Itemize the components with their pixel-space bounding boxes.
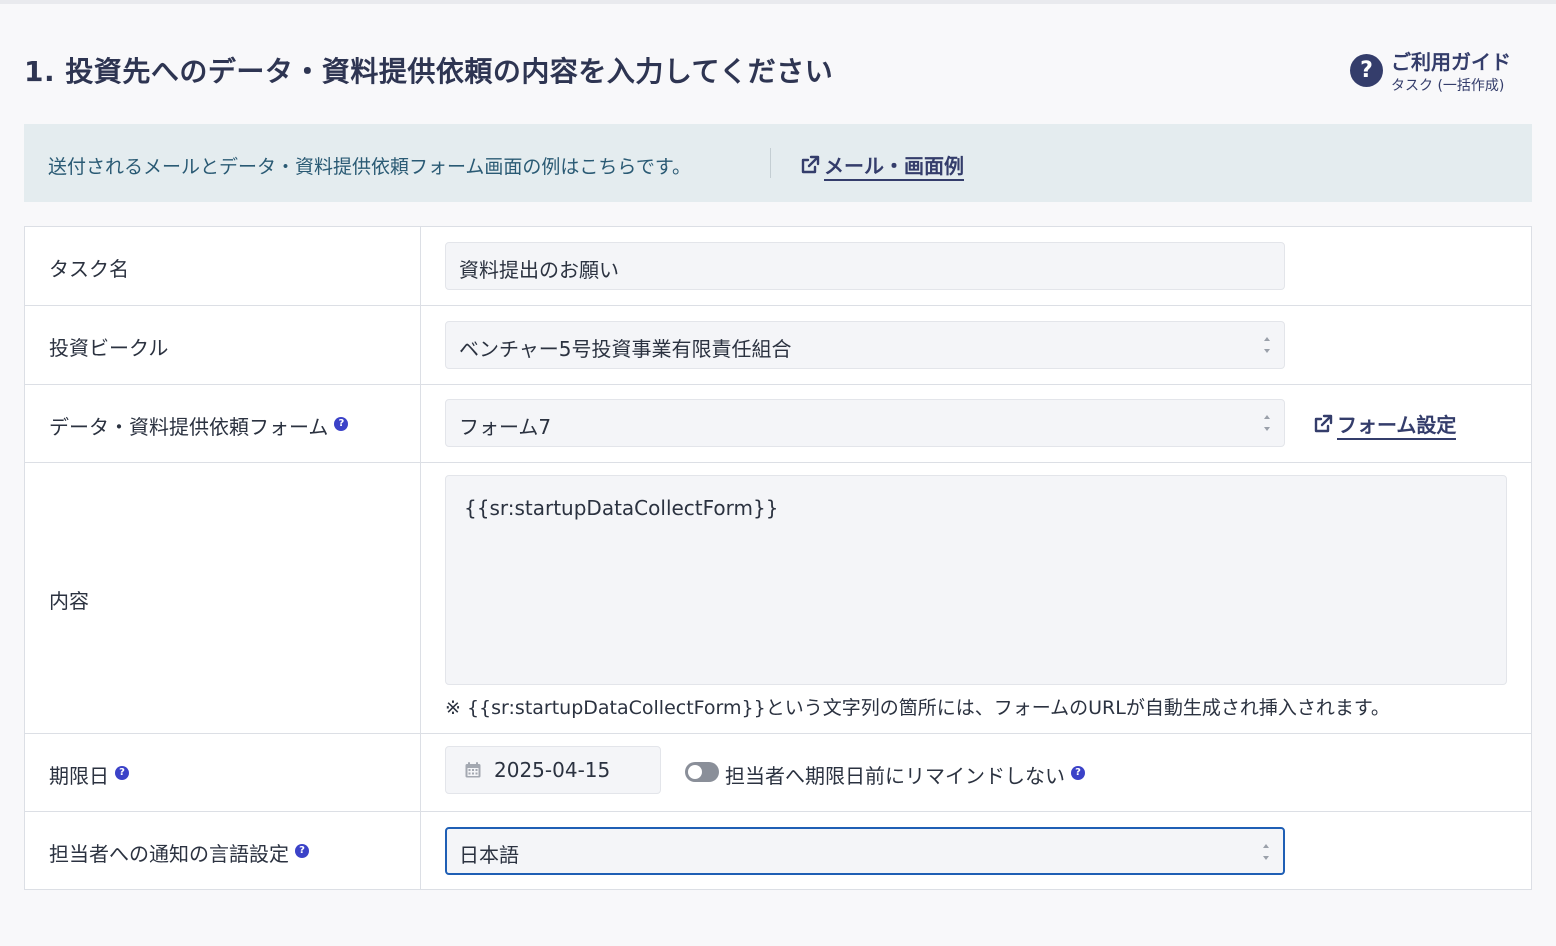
reminder-toggle[interactable]: [685, 762, 719, 782]
task-name-value: 資料提出のお願い: [459, 258, 619, 282]
vehicle-select[interactable]: ベンチャー5号投資事業有限責任組合: [445, 321, 1285, 369]
due-date-input[interactable]: 2025-04-15: [445, 746, 661, 794]
help-icon[interactable]: ?: [295, 844, 309, 858]
mail-screen-example-link[interactable]: メール・画面例: [800, 150, 964, 181]
content-value: {{sr:startupDataCollectForm}}: [464, 496, 779, 520]
select-arrows-icon: [1262, 410, 1272, 436]
content-row: 内容 {{sr:startupDataCollectForm}} ※ {{sr:…: [25, 462, 1531, 733]
language-label: 担当者への通知の言語設定: [49, 842, 289, 866]
info-banner: 送付されるメールとデータ・資料提供依頼フォーム画面の例はこちらです。 メール・画…: [24, 124, 1532, 202]
top-border: [0, 0, 1556, 4]
language-value: 日本語: [459, 843, 519, 867]
language-label-cell: 担当者への通知の言語設定?: [25, 812, 421, 889]
mail-screen-example-label: メール・画面例: [824, 154, 964, 181]
due-date-value: 2025-04-15: [494, 758, 611, 782]
external-link-icon: [801, 155, 820, 174]
select-arrows-icon: [1262, 332, 1272, 358]
page-title: 1. 投資先へのデータ・資料提供依頼の内容を入力してください: [24, 55, 834, 88]
external-link-icon: [1314, 414, 1333, 433]
reminder-toggle-label: 担当者へ期限日前にリマインドしない: [725, 764, 1065, 788]
vehicle-label-cell: 投資ビークル: [25, 306, 421, 384]
request-form-label: データ・資料提供依頼フォーム: [49, 415, 329, 439]
request-form-select[interactable]: フォーム7: [445, 399, 1285, 447]
select-arrows-icon: [1261, 839, 1271, 865]
request-form-row: データ・資料提供依頼フォーム? フォーム7 フォーム設定: [25, 384, 1531, 462]
guide-subtitle: タスク (一括作成): [1391, 78, 1505, 94]
language-select[interactable]: 日本語: [445, 827, 1285, 875]
request-form-value: フォーム7: [459, 415, 552, 439]
help-icon[interactable]: ?: [115, 766, 129, 780]
request-form-label-cell: データ・資料提供依頼フォーム?: [25, 385, 421, 462]
content-label: 内容: [49, 589, 89, 613]
banner-divider: [770, 148, 771, 178]
task-name-label: タスク名: [49, 257, 129, 281]
task-name-row: タスク名 資料提出のお願い: [25, 227, 1531, 305]
toggle-knob: [688, 765, 702, 779]
vehicle-label: 投資ビークル: [49, 336, 169, 360]
content-note: ※ {{sr:startupDataCollectForm}}という文字列の箇所…: [445, 697, 1390, 719]
language-row: 担当者への通知の言語設定? 日本語: [25, 811, 1531, 889]
due-date-label-cell: 期限日?: [25, 734, 421, 811]
help-icon[interactable]: ?: [334, 417, 349, 431]
help-icon[interactable]: ?: [1071, 766, 1085, 780]
form-settings-link[interactable]: フォーム設定: [1313, 409, 1457, 440]
form-settings-label: フォーム設定: [1337, 413, 1457, 440]
vehicle-value: ベンチャー5号投資事業有限責任組合: [459, 337, 792, 361]
task-name-label-cell: タスク名: [25, 227, 421, 305]
due-date-label: 期限日: [49, 764, 109, 788]
calendar-icon: [465, 762, 481, 778]
question-circle-icon: ?: [1350, 54, 1383, 87]
vehicle-row: 投資ビークル ベンチャー5号投資事業有限責任組合: [25, 305, 1531, 384]
task-form-table: タスク名 資料提出のお願い 投資ビークル ベンチャー5号投資事業有限責任組合 デ…: [24, 226, 1532, 890]
usage-guide-link[interactable]: ? ご利用ガイド タスク (一括作成): [1350, 46, 1540, 98]
due-date-row: 期限日? 2025-04-15 担当者へ期限日前にリマインドしない?: [25, 733, 1531, 811]
content-textarea[interactable]: {{sr:startupDataCollectForm}}: [445, 475, 1507, 685]
task-name-input[interactable]: 資料提出のお願い: [445, 242, 1285, 290]
content-label-cell: 内容: [25, 463, 421, 733]
guide-title: ご利用ガイド: [1391, 50, 1511, 74]
info-banner-text: 送付されるメールとデータ・資料提供依頼フォーム画面の例はこちらです。: [48, 156, 691, 178]
